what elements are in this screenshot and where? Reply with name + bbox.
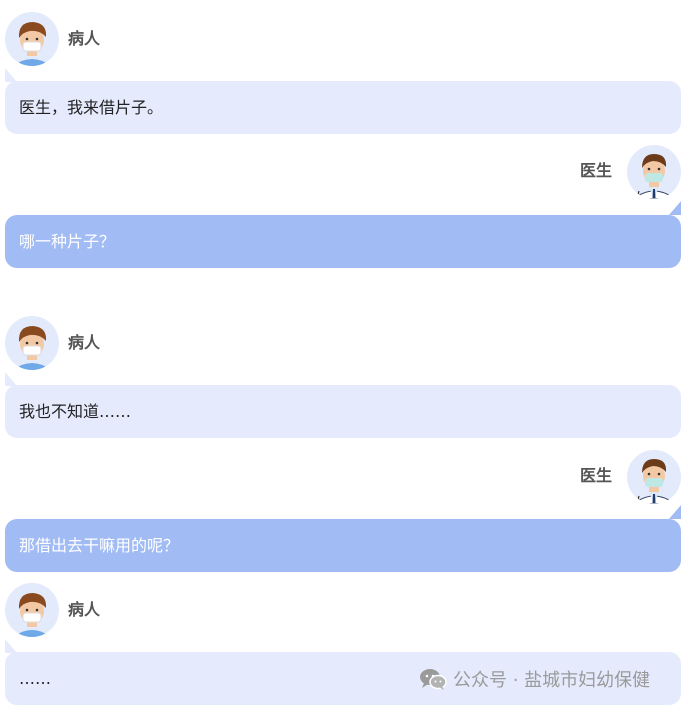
bubble-tail bbox=[669, 505, 681, 519]
doctor-avatar bbox=[627, 450, 681, 504]
bubble-tail bbox=[5, 372, 17, 386]
patient-avatar bbox=[5, 316, 59, 370]
patient-avatar bbox=[5, 583, 59, 637]
message-bubble: 我也不知道…… bbox=[5, 385, 681, 438]
wechat-watermark: 公众号 · 盐城市妇幼保健 bbox=[419, 666, 650, 692]
message-bubble: 医生，我来借片子。 bbox=[5, 81, 681, 134]
speaker-name: 病人 bbox=[68, 600, 101, 619]
watermark-text: 公众号 · 盐城市妇幼保健 bbox=[453, 670, 651, 691]
doctor-avatar bbox=[627, 145, 681, 199]
speaker-name: 病人 bbox=[68, 29, 101, 48]
speaker-name: 病人 bbox=[68, 333, 101, 352]
wechat-icon bbox=[420, 669, 447, 690]
message-bubble: 哪一种片子？ bbox=[5, 215, 681, 268]
bubble-tail bbox=[669, 201, 681, 215]
bubble-tail bbox=[5, 639, 17, 653]
speaker-name: 医生 bbox=[580, 466, 613, 485]
patient-avatar bbox=[5, 12, 59, 66]
bubble-tail bbox=[5, 68, 17, 82]
speaker-name: 医生 bbox=[580, 161, 613, 180]
message-bubble: 那借出去干嘛用的呢？ bbox=[5, 519, 681, 572]
